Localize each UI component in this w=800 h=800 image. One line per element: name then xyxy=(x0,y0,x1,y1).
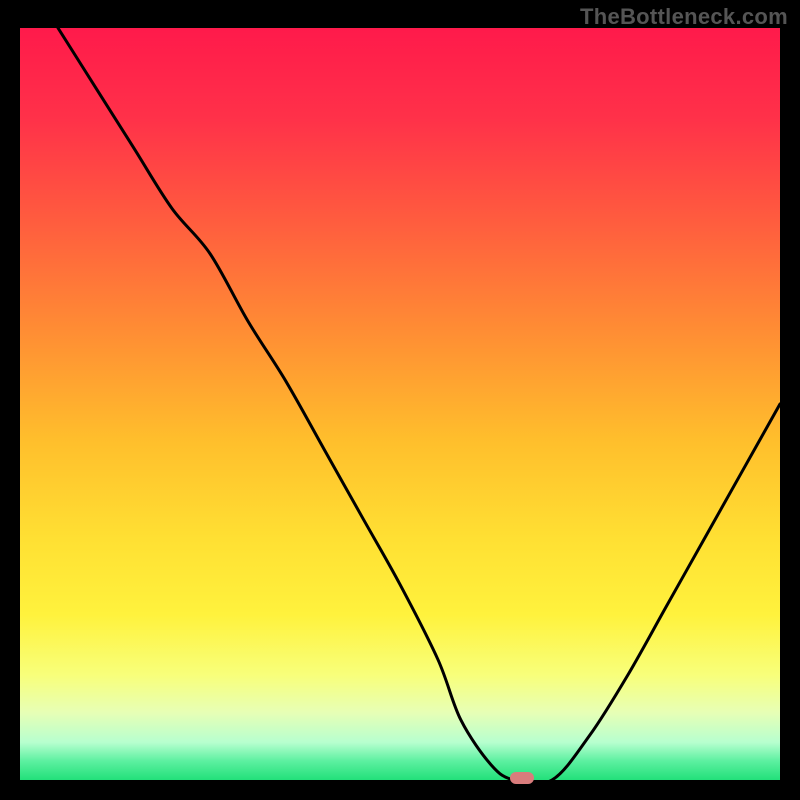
bottleneck-chart xyxy=(20,28,780,780)
chart-frame: TheBottleneck.com xyxy=(0,0,800,800)
minimum-marker xyxy=(510,772,534,784)
watermark-text: TheBottleneck.com xyxy=(580,4,788,30)
gradient-background xyxy=(20,28,780,780)
plot-area xyxy=(20,28,780,780)
